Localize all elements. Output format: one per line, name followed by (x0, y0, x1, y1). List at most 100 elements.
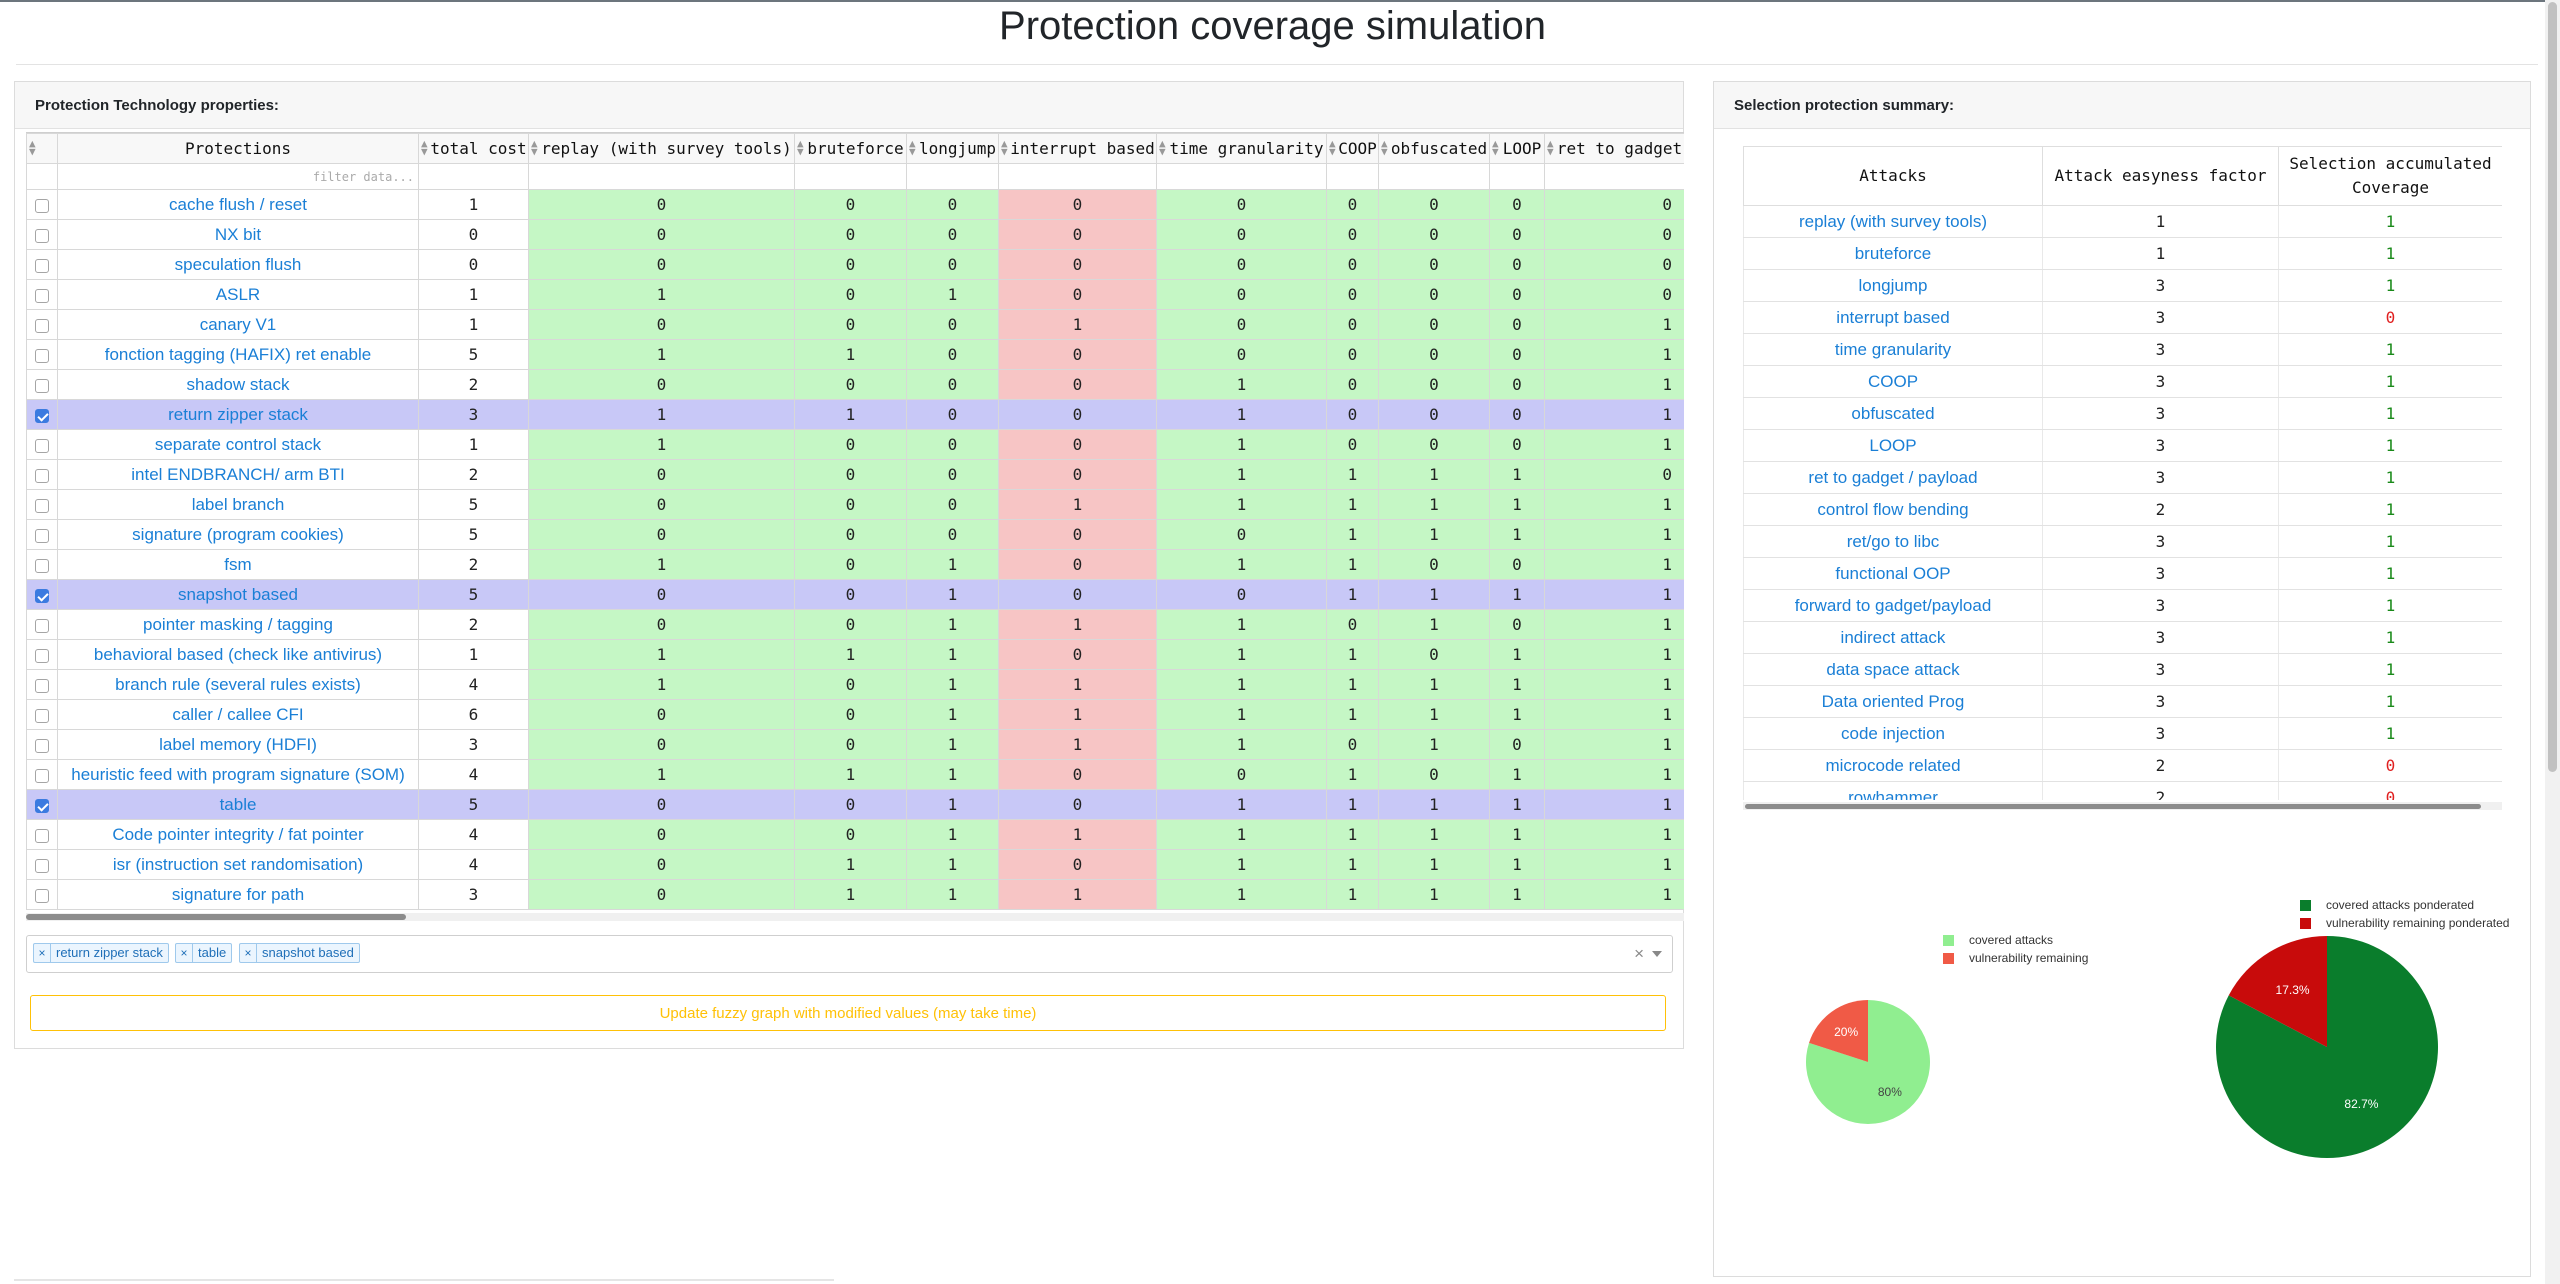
attack-value-cell[interactable]: 0 (906, 219, 999, 250)
attack-name[interactable]: indirect attack (1743, 621, 2043, 654)
protection-name[interactable]: shadow stack (57, 369, 419, 400)
column-header[interactable]: ▲ ▼ ret to gadget (1544, 133, 1684, 164)
attack-value-cell[interactable]: 0 (1489, 279, 1545, 310)
protection-row[interactable]: signature for path 3 0 1 1 1 1 1 1 1 1 (26, 879, 1684, 910)
row-checkbox[interactable] (35, 348, 49, 363)
selected-tag[interactable]: × table (175, 943, 233, 963)
attack-value-cell[interactable]: 1 (1378, 729, 1490, 760)
attack-value-cell[interactable]: 0 (528, 219, 795, 250)
attack-value-cell[interactable]: 0 (1326, 189, 1379, 220)
attack-value-cell[interactable]: 1 (1378, 789, 1490, 820)
attack-value-cell[interactable]: 0 (528, 309, 795, 340)
attack-value-cell[interactable]: 0 (794, 249, 907, 280)
attack-value-cell[interactable]: 0 (1489, 609, 1545, 640)
attack-value-cell[interactable]: 1 (1489, 519, 1545, 550)
attack-value-cell[interactable]: 0 (1378, 429, 1490, 460)
attack-value-cell[interactable]: 1 (1326, 759, 1379, 790)
attack-value-cell[interactable]: 1 (1326, 669, 1379, 700)
attack-value-cell[interactable]: 0 (906, 429, 999, 460)
attack-value-cell[interactable]: 1 (1544, 399, 1684, 430)
attack-value-cell[interactable]: 1 (1378, 579, 1490, 610)
column-header[interactable]: ▲ ▼ LOOP (1489, 133, 1545, 164)
attack-value-cell[interactable]: 0 (1378, 399, 1490, 430)
attack-value-cell[interactable]: 1 (1489, 489, 1545, 520)
attack-value-cell[interactable]: 0 (1544, 459, 1684, 490)
attack-value-cell[interactable]: 1 (998, 819, 1157, 850)
attack-value-cell[interactable]: 0 (528, 849, 795, 880)
attack-value-cell[interactable]: 1 (1326, 489, 1379, 520)
attack-value-cell[interactable]: 1 (906, 609, 999, 640)
attack-value-cell[interactable]: 0 (528, 819, 795, 850)
total-cost-cell[interactable]: 5 (418, 489, 529, 520)
protection-name[interactable]: table (57, 789, 419, 820)
total-cost-cell[interactable]: 4 (418, 819, 529, 850)
attack-value-cell[interactable]: 1 (794, 399, 907, 430)
total-cost-cell[interactable]: 3 (418, 879, 529, 910)
attack-value-cell[interactable]: 0 (528, 189, 795, 220)
attack-value-cell[interactable]: 1 (794, 339, 907, 370)
attack-value-cell[interactable]: 0 (1489, 369, 1545, 400)
protection-row[interactable]: return zipper stack 3 1 1 0 0 1 0 0 0 1 (26, 399, 1684, 430)
protection-name[interactable]: fsm (57, 549, 419, 580)
attack-value-cell[interactable]: 0 (998, 279, 1157, 310)
attack-value-cell[interactable]: 0 (794, 429, 907, 460)
protection-row[interactable]: ASLR 1 1 0 1 0 0 0 0 0 0 (26, 279, 1684, 310)
attack-value-cell[interactable]: 0 (1156, 219, 1327, 250)
row-checkbox[interactable] (35, 438, 49, 453)
attack-value-cell[interactable]: 0 (1378, 309, 1490, 340)
row-checkbox[interactable] (35, 678, 49, 693)
column-header[interactable]: ▲ ▼ longjump (906, 133, 999, 164)
attack-value-cell[interactable]: 0 (1156, 189, 1327, 220)
total-cost-cell[interactable]: 0 (418, 219, 529, 250)
attack-value-cell[interactable]: 0 (998, 549, 1157, 580)
attack-value-cell[interactable]: 1 (1489, 579, 1545, 610)
attack-value-cell[interactable]: 0 (528, 609, 795, 640)
attack-value-cell[interactable]: 0 (998, 399, 1157, 430)
attack-value-cell[interactable]: 0 (1489, 549, 1545, 580)
attack-value-cell[interactable]: 0 (1378, 219, 1490, 250)
attack-value-cell[interactable]: 1 (906, 759, 999, 790)
attack-name[interactable]: interrupt based (1743, 301, 2043, 334)
protection-name[interactable]: separate control stack (57, 429, 419, 460)
attack-value-cell[interactable]: 0 (794, 189, 907, 220)
page-scroll-thumb[interactable] (2548, 2, 2557, 772)
attack-value-cell[interactable]: 0 (528, 879, 795, 910)
attack-value-cell[interactable]: 0 (794, 669, 907, 700)
total-cost-cell[interactable]: 2 (418, 369, 529, 400)
attack-name[interactable]: rowhammer (1743, 781, 2043, 800)
attack-value-cell[interactable]: 1 (1156, 459, 1327, 490)
attack-value-cell[interactable]: 0 (1378, 279, 1490, 310)
selected-tag[interactable]: × return zipper stack (33, 943, 169, 963)
attack-value-cell[interactable]: 1 (528, 339, 795, 370)
attack-value-cell[interactable]: 1 (1378, 489, 1490, 520)
attack-value-cell[interactable]: 0 (1156, 519, 1327, 550)
total-cost-cell[interactable]: 1 (418, 309, 529, 340)
attack-value-cell[interactable]: 1 (528, 669, 795, 700)
protection-row[interactable]: behavioral based (check like antivirus) 1… (26, 639, 1684, 670)
attack-value-cell[interactable]: 1 (1489, 849, 1545, 880)
column-header[interactable]: ▲ ▼ time granularity (1156, 133, 1327, 164)
attack-value-cell[interactable]: 0 (528, 249, 795, 280)
attack-value-cell[interactable]: 1 (528, 429, 795, 460)
attack-value-cell[interactable]: 0 (1156, 339, 1327, 370)
attack-value-cell[interactable]: 0 (794, 609, 907, 640)
attack-value-cell[interactable]: 0 (794, 549, 907, 580)
attack-value-cell[interactable]: 0 (906, 399, 999, 430)
attack-value-cell[interactable]: 1 (1156, 639, 1327, 670)
protection-name[interactable]: fonction tagging (HAFIX) ret enable (57, 339, 419, 370)
row-checkbox[interactable] (35, 558, 49, 573)
attack-value-cell[interactable]: 0 (1489, 249, 1545, 280)
attack-value-cell[interactable]: 1 (998, 609, 1157, 640)
row-checkbox[interactable] (35, 378, 49, 393)
row-checkbox[interactable] (35, 468, 49, 483)
total-cost-cell[interactable]: 4 (418, 669, 529, 700)
attack-value-cell[interactable]: 1 (1378, 519, 1490, 550)
protection-row[interactable]: signature (program cookies) 5 0 0 0 0 0 1 1 1 1 (26, 519, 1684, 550)
attack-value-cell[interactable]: 0 (1326, 309, 1379, 340)
attack-value-cell[interactable]: 1 (1544, 789, 1684, 820)
attack-value-cell[interactable]: 0 (1326, 369, 1379, 400)
protection-name[interactable]: return zipper stack (57, 399, 419, 430)
protection-row[interactable]: caller / callee CFI 6 0 0 1 1 1 1 1 1 1 (26, 699, 1684, 730)
attack-value-cell[interactable]: 1 (1544, 339, 1684, 370)
attack-value-cell[interactable]: 0 (1489, 729, 1545, 760)
